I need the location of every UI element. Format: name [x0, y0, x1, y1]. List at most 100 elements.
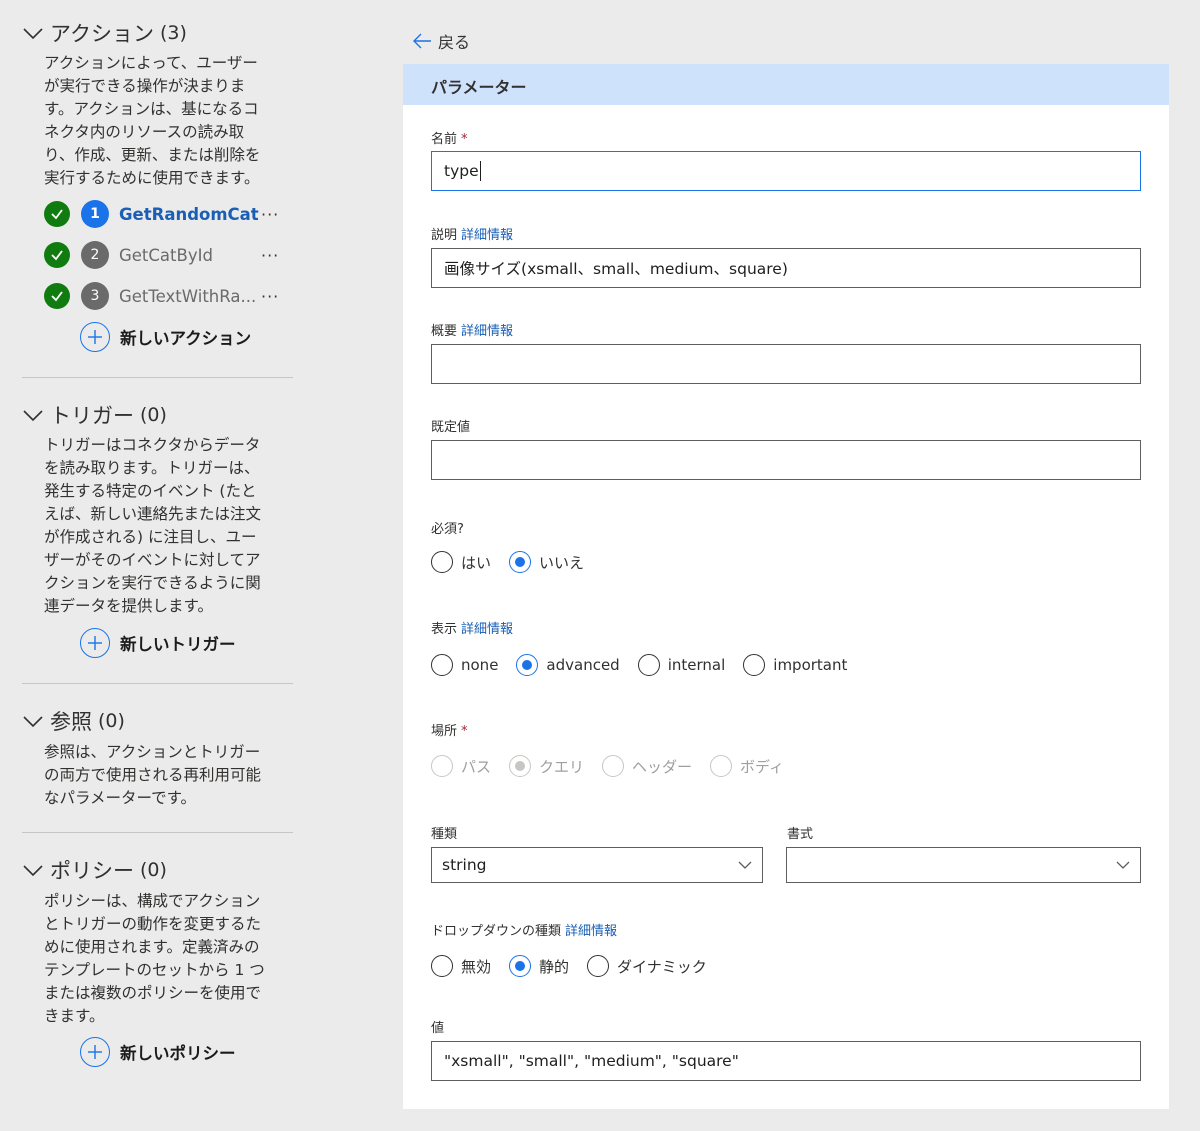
desc-line: ポリシーは、構成でアクション [44, 892, 261, 910]
visibility-option-advanced[interactable]: advanced [516, 654, 620, 676]
location-option-query: クエリ [509, 755, 584, 777]
radio-label: important [773, 656, 848, 674]
more-info-link[interactable]: 詳細情報 [461, 324, 513, 339]
desc-line: ザーがそのイベントに対してア [44, 551, 261, 569]
description-label-text: 説明 [431, 228, 458, 243]
radio-label: パス [461, 757, 492, 776]
radio-button-selected [509, 755, 532, 777]
chevron-down-icon[interactable] [22, 22, 44, 44]
desc-line: めに使用されます。定義済みの [44, 938, 260, 956]
radio-button[interactable] [637, 654, 660, 676]
new-action-button[interactable]: 新しいアクション [80, 321, 251, 353]
policies-section-header[interactable]: ポリシー (0) [22, 855, 293, 885]
desc-line: が実行できる操作が決まりま [44, 77, 246, 95]
triggers-section-header[interactable]: トリガー (0) [22, 400, 293, 430]
radio-button-selected[interactable] [509, 551, 532, 573]
values-input[interactable]: "xsmall", "small", "medium", "square" [431, 1041, 1141, 1081]
more-info-link[interactable]: 詳細情報 [461, 228, 513, 243]
radio-button-selected[interactable] [509, 955, 532, 977]
dropdown-type-option-disabled[interactable]: 無効 [431, 955, 491, 977]
desc-line: トリガーはコネクタからデータ [44, 436, 261, 454]
radio-dot [522, 660, 533, 670]
triggers-section-title: トリガー [50, 404, 134, 428]
dropdown-type-option-static[interactable]: 静的 [509, 955, 569, 977]
default-value-input[interactable] [431, 440, 1141, 480]
location-option-path: パス [431, 755, 491, 777]
more-options-icon[interactable]: ··· [261, 205, 279, 224]
required-label: 必須? [431, 518, 464, 537]
desc-line: きます。 [44, 1007, 105, 1025]
location-radio-group: パス クエリ ヘッダー ボディ [431, 753, 802, 779]
radio-dot [515, 761, 526, 771]
dropdown-type-option-dynamic[interactable]: ダイナミック [587, 955, 707, 977]
references-description: 参照は、アクションとトリガー の両方で使用される再利用可能 なパラメーターです。 [44, 741, 289, 810]
new-trigger-button[interactable]: 新しいトリガー [80, 627, 236, 659]
action-name: GetTextWithRa... [119, 286, 257, 306]
back-button[interactable]: 戻る [412, 28, 470, 54]
more-options-icon[interactable]: ··· [261, 246, 279, 265]
chevron-down-icon [1116, 861, 1130, 869]
text-caret [479, 161, 481, 181]
chevron-down-icon[interactable] [22, 404, 44, 426]
visibility-label: 表示 詳細情報 [431, 618, 513, 637]
actions-count: (3) [159, 22, 187, 44]
more-info-link[interactable]: 詳細情報 [565, 924, 617, 939]
desc-line: を読み取ります。トリガーは、 [44, 459, 260, 477]
format-label-text: 書式 [787, 827, 814, 842]
radio-label: advanced [546, 656, 620, 674]
type-label-text: 種類 [431, 827, 458, 842]
chevron-down-icon [738, 861, 752, 869]
radio-button-selected[interactable] [516, 654, 539, 676]
action-number-badge: 3 [81, 282, 109, 310]
new-policy-button[interactable]: 新しいポリシー [80, 1036, 236, 1068]
radio-label: ボディ [740, 757, 784, 776]
more-info-link[interactable]: 詳細情報 [461, 622, 513, 637]
plus-icon [80, 1037, 110, 1067]
radio-label: いいえ [539, 553, 585, 572]
policies-section-title: ポリシー [50, 859, 134, 883]
action-item-getcatbyid[interactable]: 2 GetCatById ··· [44, 239, 289, 271]
name-input-value: type [444, 162, 479, 180]
summary-input[interactable] [431, 344, 1141, 384]
chevron-down-icon[interactable] [22, 859, 44, 881]
radio-dot [515, 961, 526, 971]
action-item-getrandomcat[interactable]: 1 GetRandomCat ··· [44, 198, 289, 230]
visibility-option-important[interactable]: important [743, 654, 847, 676]
panel-header: パラメーター [403, 64, 1169, 105]
radio-button[interactable] [431, 955, 453, 977]
desc-line: とトリガーの動作を変更するた [44, 915, 262, 933]
radio-button[interactable] [431, 551, 453, 573]
new-trigger-label: 新しいトリガー [120, 635, 236, 654]
radio-button [602, 755, 625, 777]
required-option-yes[interactable]: はい [431, 551, 491, 573]
desc-line: 発生する特定のイベント (たと [44, 482, 257, 500]
radio-button[interactable] [431, 654, 453, 676]
desc-line: アクションによって、ユーザー [44, 54, 258, 72]
description-input[interactable]: 画像サイズ(xsmall、small、medium、square) [431, 248, 1141, 288]
more-options-icon[interactable]: ··· [261, 287, 279, 306]
summary-label-text: 概要 [431, 324, 458, 339]
radio-button[interactable] [743, 654, 766, 676]
references-section-header[interactable]: 参照 (0) [22, 706, 293, 736]
radio-label: 無効 [461, 957, 492, 976]
radio-dot [515, 557, 526, 567]
check-icon [44, 242, 70, 268]
chevron-down-icon[interactable] [22, 710, 44, 732]
desc-line: 参照は、アクションとトリガー [44, 743, 261, 761]
actions-description: アクションによって、ユーザー が実行できる操作が決まりま す。アクションは、基に… [44, 52, 289, 190]
action-item-gettextwithra[interactable]: 3 GetTextWithRa... ··· [44, 280, 289, 312]
radio-button [710, 755, 733, 777]
location-label: 場所 * [431, 720, 468, 739]
type-dropdown[interactable]: string [431, 847, 763, 883]
format-dropdown[interactable] [786, 847, 1141, 883]
required-marker: * [461, 724, 468, 739]
name-input[interactable]: type [431, 151, 1141, 191]
location-option-header: ヘッダー [602, 755, 692, 777]
radio-label: クエリ [539, 757, 585, 776]
radio-button[interactable] [587, 955, 610, 977]
sidebar: アクション (3) アクションによって、ユーザー が実行できる操作が決まりま す… [0, 0, 300, 1131]
visibility-option-none[interactable]: none [431, 654, 498, 676]
actions-section-header[interactable]: アクション (3) [22, 18, 293, 48]
visibility-option-internal[interactable]: internal [637, 654, 725, 676]
required-option-no[interactable]: いいえ [509, 551, 584, 573]
